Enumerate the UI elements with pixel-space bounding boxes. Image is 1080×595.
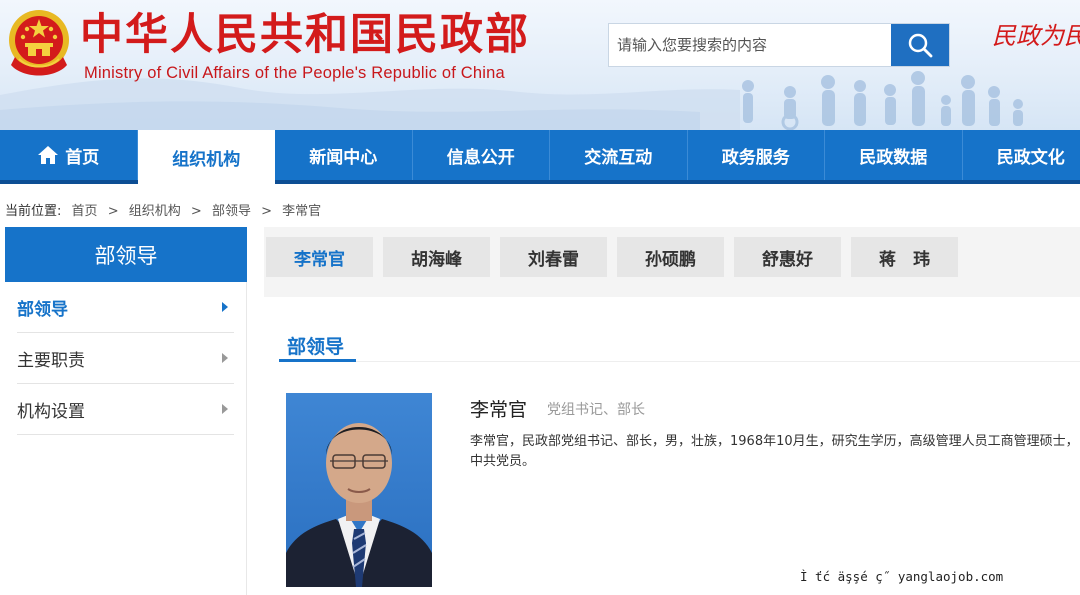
search-button[interactable] — [891, 24, 949, 66]
nav-item-news[interactable]: 新闻中心 — [275, 130, 413, 180]
nav-item-info-disclosure[interactable]: 信息公开 — [413, 130, 550, 180]
nav-item-label: 组织机构 — [172, 149, 241, 170]
leader-bio: 李常官，民政部党组书记、部长，男，壮族，1968年10月生，研究生学历，高级管理… — [470, 434, 1079, 469]
breadcrumb: 当前位置: 首页 > 组织机构 > 部领导 > 李常官 — [5, 200, 327, 219]
sidebar-item-label: 机构设置 — [17, 401, 85, 422]
tab-sun-shuopeng[interactable]: 孙硕鹏 — [617, 237, 724, 277]
section-underline — [279, 359, 356, 362]
leader-name: 李常官 — [470, 399, 528, 421]
breadcrumb-separator: > — [190, 204, 202, 219]
sidebar-item-label: 主要职责 — [17, 350, 85, 371]
nav-item-home[interactable]: 首页 — [0, 130, 138, 180]
main-nav: 首页 组织机构 新闻中心 信息公开 交流互动 政务服务 民政数据 民政文化 — [0, 130, 1080, 184]
breadcrumb-separator: > — [107, 204, 119, 219]
search-icon — [908, 33, 933, 58]
header-slogan: 民政为民 — [992, 22, 1080, 50]
nav-item-label: 首页 — [65, 147, 100, 168]
sidebar-item-leaders[interactable]: 部领导 — [17, 282, 234, 333]
national-emblem-icon — [9, 10, 69, 76]
tab-shu-huihao[interactable]: 舒惠好 — [734, 237, 841, 277]
sidebar-item-duties[interactable]: 主要职责 — [17, 333, 234, 384]
tab-hu-haifeng[interactable]: 胡海峰 — [383, 237, 490, 277]
nav-item-label: 民政文化 — [996, 147, 1065, 168]
site-title-cn[interactable]: 中华人民共和国民政部 — [80, 10, 530, 60]
nav-item-label: 交流互动 — [584, 147, 653, 168]
nav-item-label: 政务服务 — [721, 147, 790, 168]
nav-item-label: 民政数据 — [859, 147, 928, 168]
nav-item-label: 信息公开 — [446, 147, 515, 168]
site-header: 中华人民共和国民政部 Ministry of Civil Affairs of … — [0, 0, 1080, 130]
search-box — [608, 23, 950, 67]
site-title-en: Ministry of Civil Affairs of the People'… — [84, 64, 505, 82]
nav-item-data[interactable]: 民政数据 — [825, 130, 963, 180]
sidebar: 部领导 部领导 主要职责 机构设置 — [5, 227, 247, 595]
tab-jiang-wei[interactable]: 蒋 玮 — [851, 237, 958, 277]
watermark-text: Ì ťć äşşé ç˝ yanglaojob.com — [800, 569, 1004, 584]
leader-tabs: 李常官 胡海峰 刘春雷 孙硕鹏 舒惠好 蒋 玮 — [264, 227, 1080, 297]
sidebar-item-label: 部领导 — [17, 299, 68, 320]
breadcrumb-link-leaders[interactable]: 部领导 — [212, 204, 251, 219]
nav-item-interaction[interactable]: 交流互动 — [550, 130, 688, 180]
breadcrumb-current: 李常官 — [282, 204, 322, 219]
nav-item-services[interactable]: 政务服务 — [688, 130, 825, 180]
search-input[interactable] — [609, 24, 891, 66]
section-title: 部领导 — [287, 336, 345, 358]
tab-liu-chunlei[interactable]: 刘春雷 — [500, 237, 607, 277]
breadcrumb-link-home[interactable]: 首页 — [72, 204, 98, 219]
nav-item-culture[interactable]: 民政文化 — [963, 130, 1080, 180]
tab-li-changguan[interactable]: 李常官 — [266, 237, 373, 277]
nav-item-organization[interactable]: 组织机构 — [137, 130, 275, 184]
section-divider — [356, 361, 1080, 362]
nav-item-label: 新闻中心 — [309, 147, 378, 168]
breadcrumb-link-organization[interactable]: 组织机构 — [129, 204, 181, 219]
sidebar-title: 部领导 — [5, 227, 247, 282]
leader-position: 党组书记、部长 — [547, 402, 645, 418]
sidebar-item-structure[interactable]: 机构设置 — [17, 384, 234, 435]
chevron-right-icon — [222, 353, 228, 363]
chevron-right-icon — [222, 302, 228, 312]
breadcrumb-separator: > — [261, 204, 272, 219]
chevron-right-icon — [222, 404, 228, 414]
home-icon — [37, 145, 59, 165]
leader-portrait — [286, 393, 432, 587]
breadcrumb-prefix: 当前位置: — [5, 204, 62, 219]
